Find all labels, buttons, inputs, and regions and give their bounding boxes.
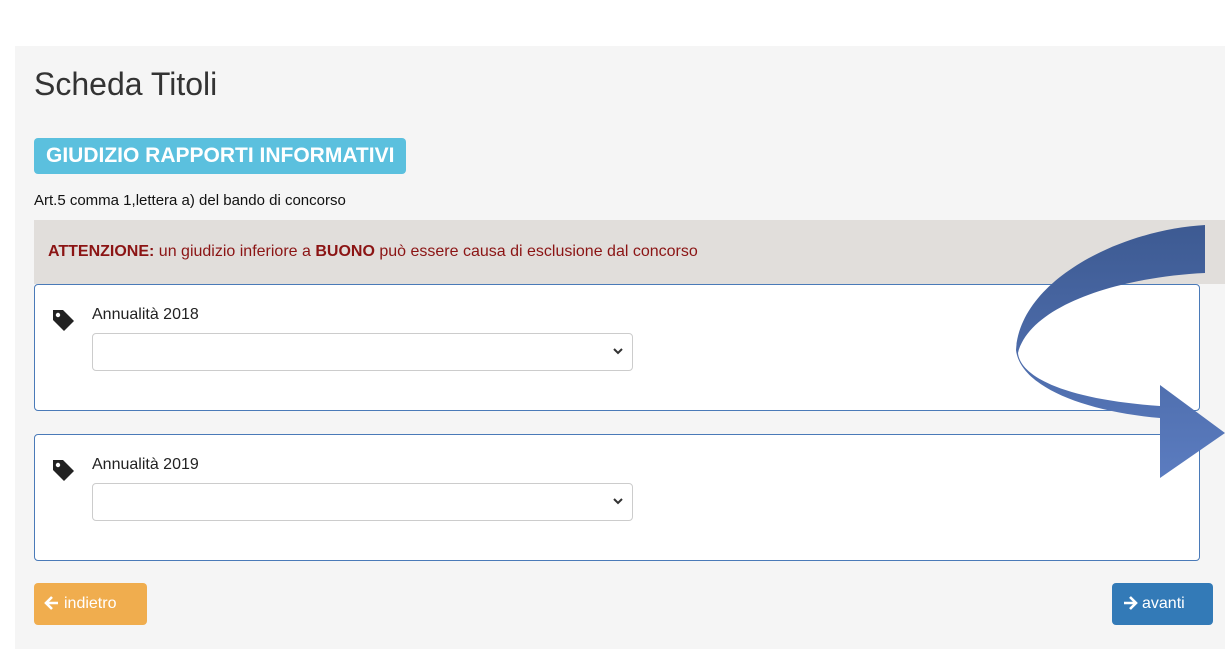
select-annualita-2019[interactable] xyxy=(92,483,633,521)
chevron-down-icon xyxy=(613,348,623,355)
tag-icon xyxy=(53,460,74,481)
alert-emphasis: BUONO xyxy=(315,243,375,260)
chevron-down-icon xyxy=(613,498,623,505)
field-label-2018: Annualità 2018 xyxy=(92,306,199,323)
arrow-left-icon xyxy=(44,596,58,610)
section-label: GIUDIZIO RAPPORTI INFORMATIVI xyxy=(34,138,407,174)
subtitle: Art.5 comma 1,lettera a) del bando di co… xyxy=(34,192,346,209)
next-button-label: avanti xyxy=(1142,595,1185,612)
arrow-right-icon xyxy=(1124,596,1138,610)
next-button[interactable]: avanti xyxy=(1112,583,1213,625)
tag-icon xyxy=(53,310,74,331)
alert-prefix: ATTENZIONE: xyxy=(48,243,155,260)
back-button-label: indietro xyxy=(64,595,117,612)
alert-text-after: può essere causa di esclusione dal conco… xyxy=(374,243,698,260)
curved-arrow-icon xyxy=(1016,225,1225,478)
field-label-2019: Annualità 2019 xyxy=(92,456,199,473)
page-title: Scheda Titoli xyxy=(34,66,218,102)
alert-text-before: un giudizio inferiore a xyxy=(154,243,316,260)
back-button[interactable]: indietro xyxy=(34,583,147,625)
select-annualita-2018[interactable] xyxy=(92,333,633,371)
